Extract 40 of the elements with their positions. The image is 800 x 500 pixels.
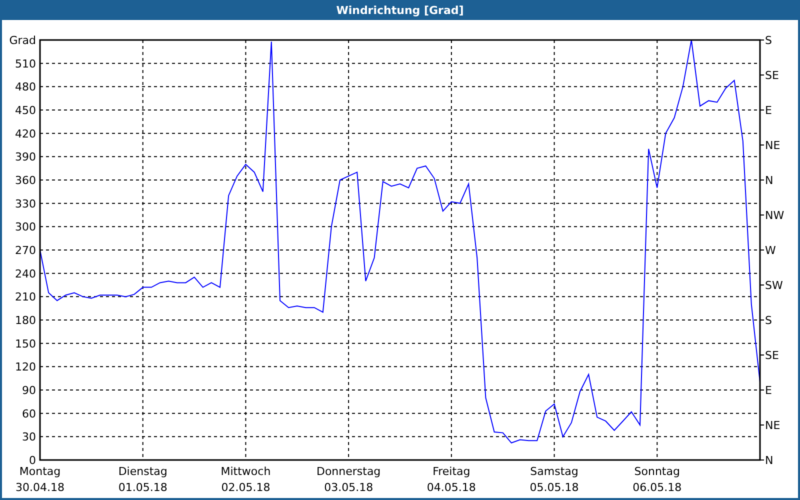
compass-label: E xyxy=(765,104,772,117)
x-tick-label: Dienstag 01.05.18 xyxy=(118,465,168,494)
compass-label: S xyxy=(765,34,772,47)
y-tick-label: 360 xyxy=(15,174,36,187)
compass-label: N xyxy=(765,454,774,467)
y-tick-label: 0 xyxy=(29,454,36,467)
compass-label: E xyxy=(765,384,772,397)
y-tick-label: 390 xyxy=(15,150,36,164)
y-tick-label: 30 xyxy=(22,430,36,444)
x-tick-label: Freitag 04.05.18 xyxy=(426,465,476,494)
y-tick-label: 480 xyxy=(15,80,36,94)
compass-label: NE xyxy=(765,419,780,432)
y-tick-label: 150 xyxy=(15,337,36,350)
y-tick-label: 210 xyxy=(15,290,36,304)
x-tick-label: Mittwoch 02.05.18 xyxy=(220,465,271,494)
compass-label: SE xyxy=(765,349,779,362)
x-tick-label: Montag 30.04.18 xyxy=(16,465,64,494)
y-tick-label: 240 xyxy=(15,267,36,280)
compass-label: NW xyxy=(765,209,784,222)
x-tick-label: Donnerstag 03.05.18 xyxy=(316,465,381,494)
y-tick-label: 510 xyxy=(15,57,36,70)
compass-label: SE xyxy=(765,69,779,82)
y-tick-label: 120 xyxy=(15,360,36,374)
compass-label: S xyxy=(765,314,772,327)
compass-label: NE xyxy=(765,139,780,152)
window-title: Windrichtung [Grad] xyxy=(336,4,464,16)
y-tick-label: 60 xyxy=(22,407,36,420)
y-axis-label: Grad xyxy=(9,34,36,47)
y-tick-label: 270 xyxy=(15,244,36,257)
y-tick-label: 450 xyxy=(15,104,36,117)
x-tick-label: Sonntag 06.05.18 xyxy=(632,465,682,494)
compass-label: W xyxy=(765,244,776,257)
compass-label: SW xyxy=(765,279,783,292)
y-tick-label: 300 xyxy=(15,220,36,234)
y-tick-label: 330 xyxy=(15,197,36,210)
y-tick-label: 90 xyxy=(22,384,36,397)
x-tick-label: Samstag 05.05.18 xyxy=(530,465,579,494)
y-tick-label: 420 xyxy=(15,127,36,140)
y-tick-label: 180 xyxy=(15,314,36,327)
compass-label: N xyxy=(765,174,774,187)
